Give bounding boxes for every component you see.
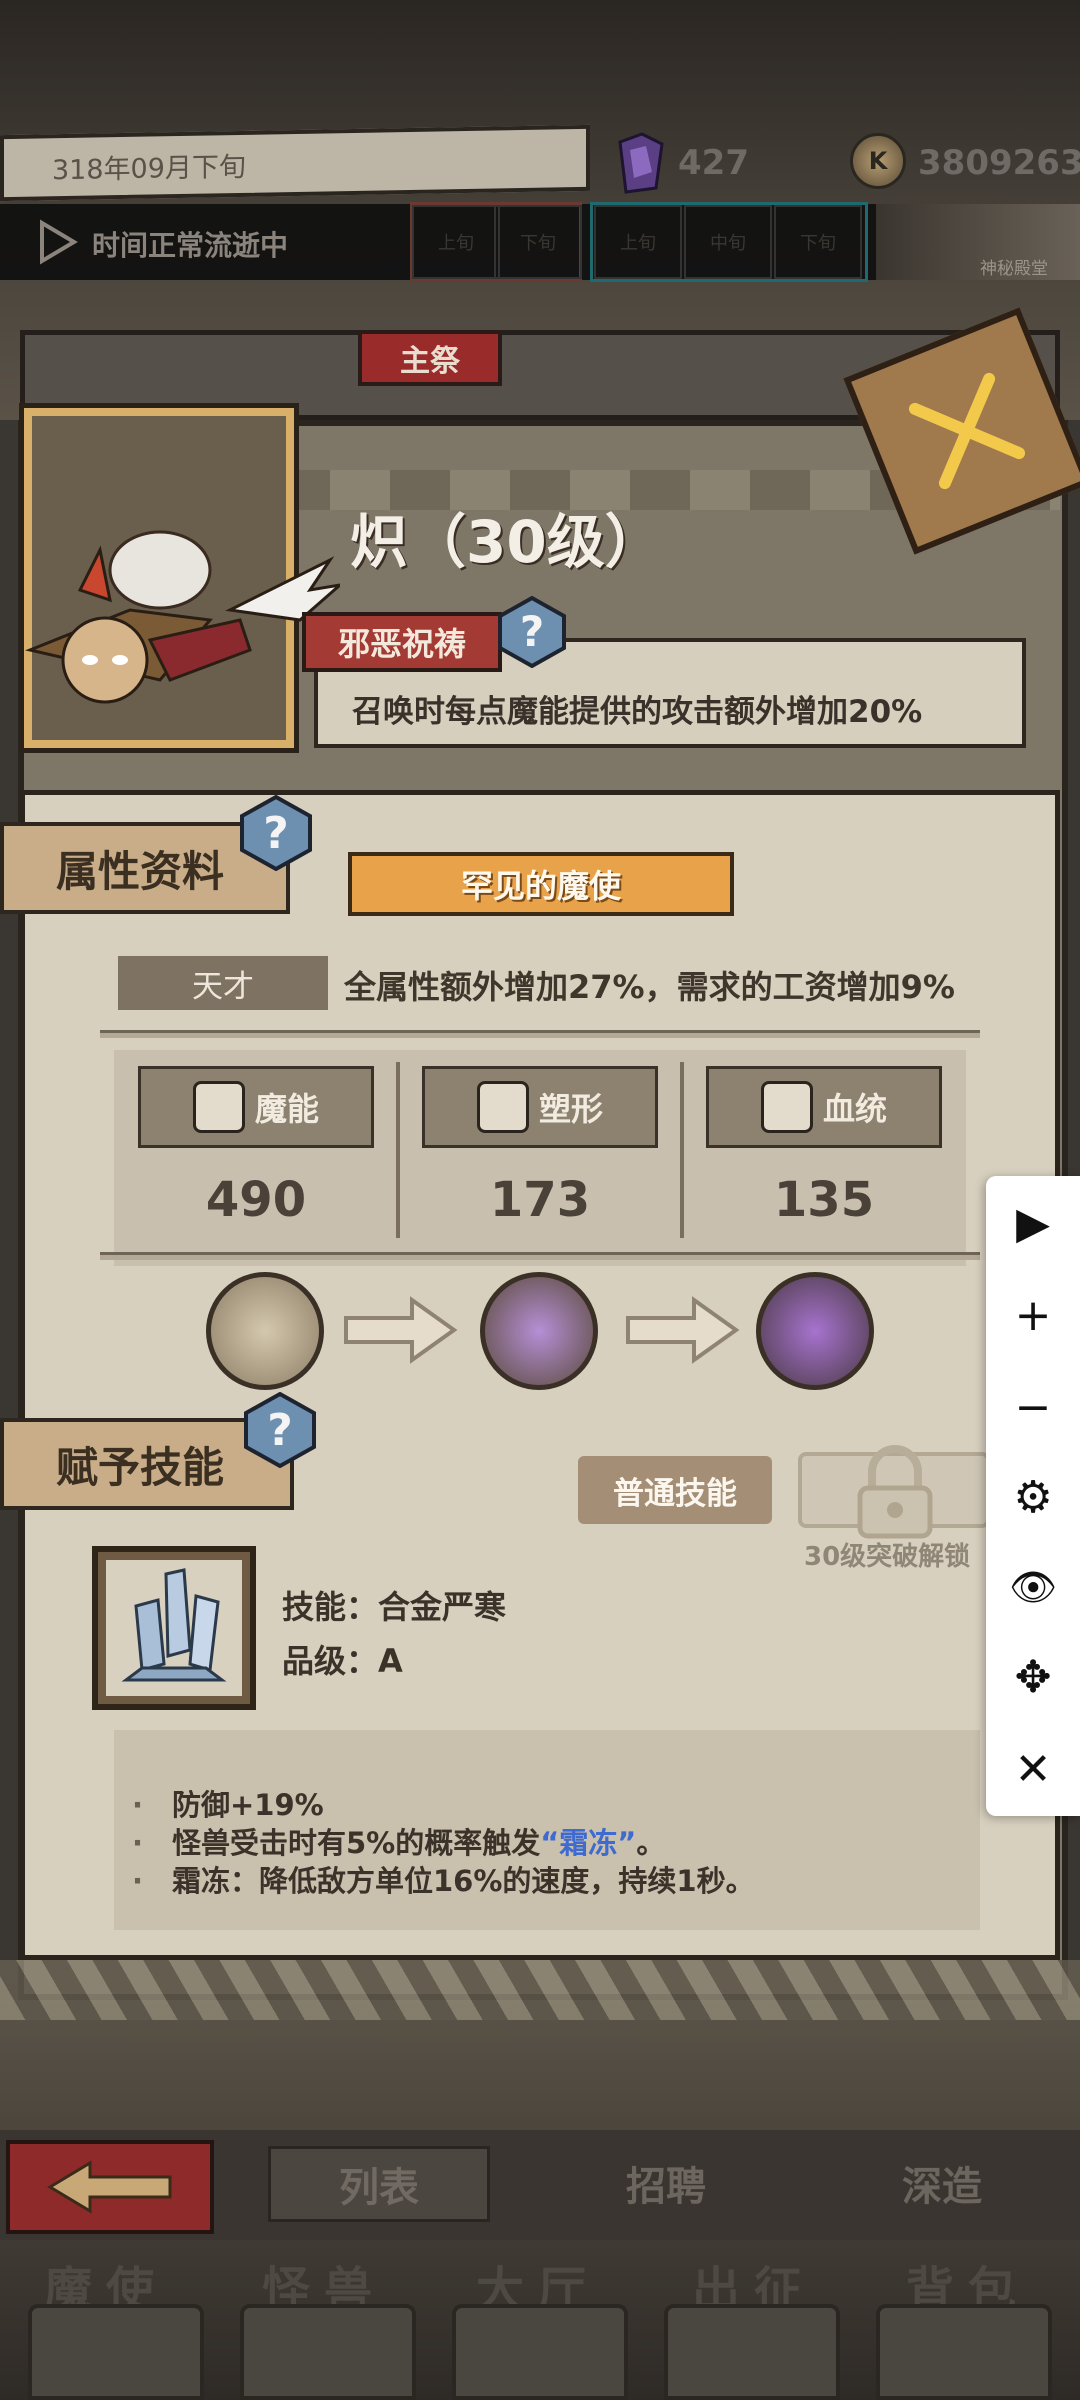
location-thumbnail[interactable] [876,204,1080,280]
unlock-hint: 30级突破解锁 [804,1542,971,1572]
tab-recruit[interactable]: 招聘 [626,2154,706,2212]
stat-shape-header: 塑形 [422,1066,658,1148]
stat-magic-label: 魔能 [254,1090,319,1128]
crystal-count: 427 [678,143,749,183]
skill-effect-text: 防御+19% [172,1788,324,1822]
frost-keyword[interactable]: “霜冻” [540,1826,636,1860]
eye-icon[interactable]: 👁 [1000,1554,1066,1620]
lock-icon [857,1445,933,1539]
crossed-swords-icon [908,372,1026,490]
period-early-left[interactable]: 上旬 [412,205,500,279]
stat-magic-header: 魔能 [138,1066,374,1148]
location-label: 神秘殿堂 [980,259,1048,279]
coin-icon: K [850,133,906,189]
gear-icon[interactable]: ⚙ [1000,1464,1066,1530]
monster-icon[interactable] [240,2304,416,2400]
trait-description: 召唤时每点魔能提供的攻击额外增加20% [352,694,923,730]
stat-shape-label: 塑形 [538,1090,603,1128]
date-text: 318年09月下旬 [52,151,246,186]
arrow-right-icon [626,1296,740,1364]
purple-sigil-icon[interactable] [480,1272,598,1390]
skill-effect-text: 。 [636,1826,666,1860]
tab-list[interactable]: 列表 [268,2146,490,2222]
coin-glyph: K [868,147,888,175]
skill-effect-text: 怪兽受击时有5%的概率触发 [172,1826,541,1860]
normal-skill-button[interactable]: 普通技能 [578,1456,772,1524]
divider [100,1030,980,1038]
skill-effect-text: 霜冻：降低敌方单位16%的速度，持续1秒。 [172,1864,755,1898]
stat-magic-value: 490 [205,1172,307,1228]
character-portrait [24,530,340,704]
period-late-left[interactable]: 下旬 [494,205,582,279]
play-time-icon[interactable] [38,219,78,265]
skull-icon[interactable] [28,2304,204,2400]
move-icon[interactable]: ✥ [1000,1644,1066,1710]
expedition-icon[interactable] [664,2304,840,2400]
attributes-help-glyph: ? [263,808,289,859]
skill-icon-frame[interactable] [92,1546,256,1710]
stat-blood-label: 血统 [822,1090,887,1128]
stat-shape-value: 173 [489,1172,591,1228]
talent-description: 全属性额外增加27%，需求的工资增加9% [344,968,955,1006]
rarity-banner: 罕见的魔使 [348,852,734,916]
skill-effect-line: · 怪兽受击时有5%的概率触发“霜冻”。 [132,1826,666,1860]
arrow-right-icon [344,1296,458,1364]
role-tag: 主祭 [358,330,502,386]
play-icon[interactable]: ▶ [1000,1190,1066,1256]
skills-tab-label: 赋予技能 [56,1442,225,1492]
divider [100,1252,980,1260]
tab-advance[interactable]: 深造 [902,2154,982,2212]
skill-effect-line: · 防御+19% [132,1788,324,1822]
period-late-right[interactable]: 下旬 [774,205,862,279]
ice-crystal-icon [106,1560,242,1696]
hooded-figure-icon[interactable] [206,1272,324,1390]
period-early-right[interactable]: 上旬 [594,205,682,279]
body-shape-icon [476,1081,529,1133]
skill-name: 技能：合金严寒 [282,1588,507,1626]
time-status: 时间正常流逝中 [92,229,289,262]
attributes-tab-label: 属性资料 [56,846,225,896]
skills-help-icon[interactable]: ? [242,1392,318,1468]
skill-grade: 品级：A [282,1642,403,1680]
purple-eye-icon[interactable] [756,1272,874,1390]
skills-help-glyph: ? [267,1405,293,1456]
character-name: 炽（30级） [350,508,663,576]
trait-title: 邪恶祝祷 [302,612,502,672]
close-icon[interactable]: ✕ [1000,1736,1066,1802]
attributes-help-icon[interactable]: ? [238,795,314,871]
date-banner: 318年09月下旬 [0,124,590,202]
hall-icon[interactable] [452,2304,628,2400]
back-button[interactable] [6,2140,214,2234]
magic-claw-icon [192,1081,245,1133]
trait-help-icon[interactable]: ? [496,596,568,668]
stat-blood-header: 血统 [706,1066,942,1148]
skill-effect-line: · 霜冻：降低敌方单位16%的速度，持续1秒。 [132,1864,755,1898]
zoom-in-icon[interactable]: + [1000,1282,1066,1348]
zoom-out-icon[interactable]: − [1000,1374,1066,1440]
decorative-border [0,1960,1080,2020]
backpack-icon[interactable] [876,2304,1052,2400]
crystal-icon [618,132,664,194]
trait-help-glyph: ? [520,607,544,656]
bloodline-icon [760,1081,813,1133]
talent-label: 天才 [118,956,328,1010]
period-mid-right[interactable]: 中旬 [684,205,772,279]
coin-count: 3809263 [918,143,1080,183]
stat-divider [396,1062,400,1238]
stat-divider [680,1062,684,1238]
stat-blood-value: 135 [773,1172,875,1228]
back-arrow-icon [47,2160,172,2214]
